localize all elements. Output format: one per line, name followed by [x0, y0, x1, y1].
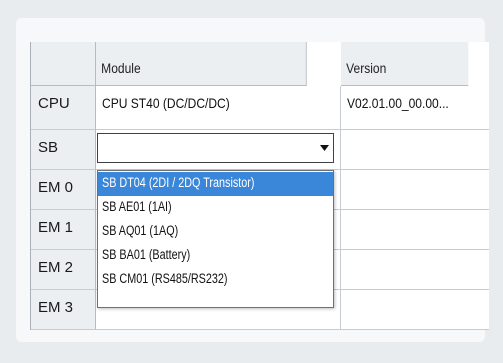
- cell-version-em1[interactable]: [341, 210, 489, 250]
- dropdown-option-text: SB AE01 (1AI): [102, 199, 172, 214]
- dropdown-option-text: SB BA01 (Battery): [102, 247, 191, 262]
- row-label-cpu[interactable]: CPU: [31, 86, 96, 130]
- dropdown-option-text: SB AQ01 (1AQ): [102, 223, 179, 238]
- column-header-module[interactable]: Module: [96, 42, 307, 86]
- cell-version-sb[interactable]: [341, 130, 489, 170]
- cell-module-cpu[interactable]: CPU ST40 (DC/DC/DC): [96, 86, 341, 130]
- row-label-sb[interactable]: SB: [31, 130, 96, 170]
- dropdown-option-sb-cm01[interactable]: SB CM01 (RS485/RS232): [98, 268, 333, 292]
- triangle-down-icon[interactable]: [316, 135, 332, 161]
- sb-module-combobox[interactable]: [97, 133, 334, 163]
- row-label-em0[interactable]: EM 0: [31, 170, 96, 210]
- header-corner: [31, 42, 96, 86]
- cell-version-em0[interactable]: [341, 170, 489, 210]
- row-label-em2[interactable]: EM 2: [31, 250, 96, 290]
- column-header-version[interactable]: Version: [341, 42, 469, 86]
- cell-version-em2[interactable]: [341, 250, 489, 290]
- dropdown-option-sb-dt04[interactable]: SB DT04 (2DI / 2DQ Transistor): [98, 172, 333, 196]
- cell-module-cpu-text: CPU ST40 (DC/DC/DC): [102, 95, 230, 111]
- dropdown-option-sb-aq01[interactable]: SB AQ01 (1AQ): [98, 220, 333, 244]
- dropdown-option-text: SB DT04 (2DI / 2DQ Transistor): [102, 175, 255, 190]
- dropdown-option-text: SB CM01 (RS485/RS232): [102, 271, 228, 286]
- cell-version-cpu-text: V02.01.00_00.00...: [347, 95, 449, 111]
- row-label-em3[interactable]: EM 3: [31, 290, 96, 330]
- dropdown-option-sb-ae01[interactable]: SB AE01 (1AI): [98, 196, 333, 220]
- cell-version-cpu[interactable]: V02.01.00_00.00...: [341, 86, 489, 130]
- sb-module-dropdown-list[interactable]: SB DT04 (2DI / 2DQ Transistor) SB AE01 (…: [97, 170, 334, 308]
- dropdown-option-sb-ba01[interactable]: SB BA01 (Battery): [98, 244, 333, 268]
- row-label-em1[interactable]: EM 1: [31, 210, 96, 250]
- cell-version-em3[interactable]: [341, 290, 489, 330]
